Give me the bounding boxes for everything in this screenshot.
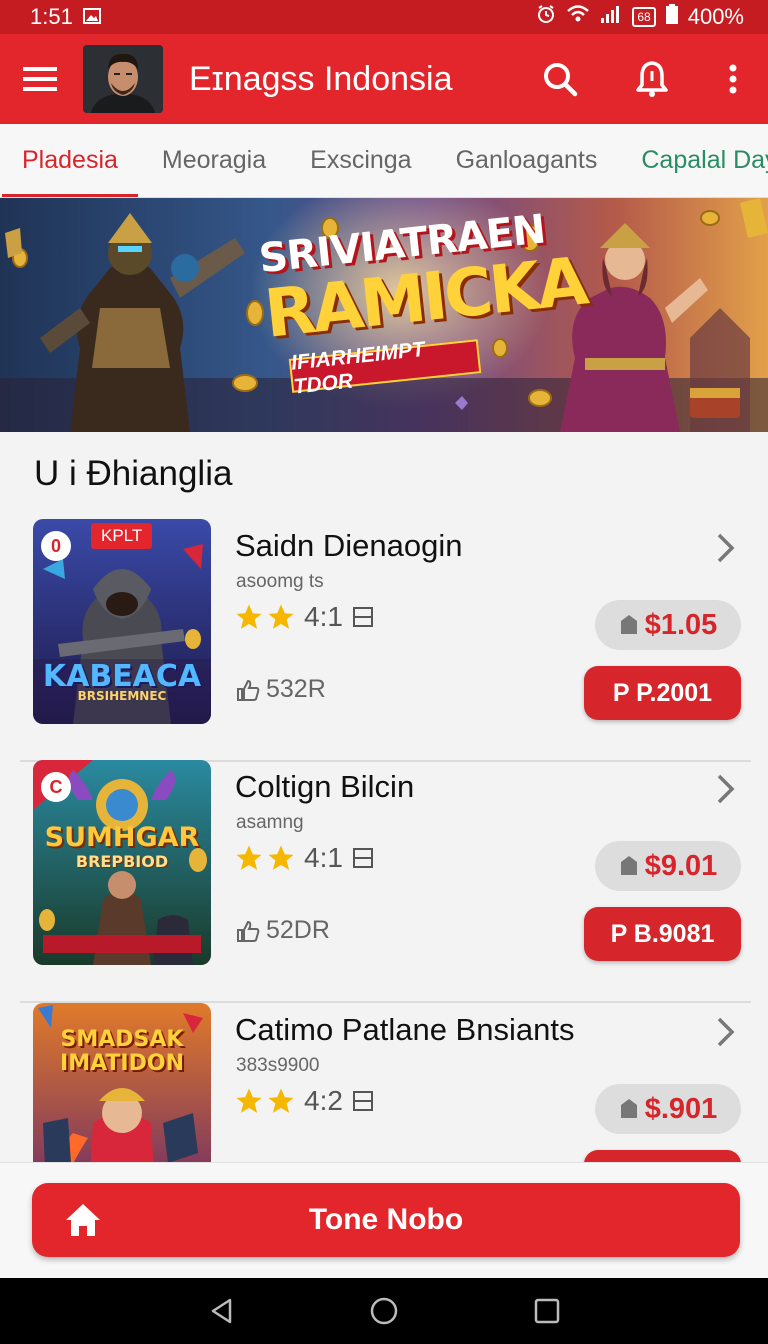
game-title[interactable]: Coltign Bilcin bbox=[235, 769, 414, 805]
star-icon bbox=[268, 845, 294, 870]
battery-percentage: 400% bbox=[687, 4, 744, 29]
thumb-tag: KPLT bbox=[91, 523, 153, 549]
cta-label: Tone Nobo bbox=[308, 1203, 464, 1236]
rating-box-icon bbox=[352, 1091, 373, 1111]
game-thumbnail[interactable]: SMADSAK IMATIDON bbox=[33, 1003, 211, 1162]
tab-exscinga[interactable]: Exscinga bbox=[288, 124, 433, 197]
rating: 4:2 bbox=[234, 1085, 373, 1117]
star-icon bbox=[236, 845, 262, 870]
back-button[interactable] bbox=[191, 1281, 251, 1341]
game-subtitle: asoomg ts bbox=[236, 571, 324, 592]
list-item[interactable]: SMADSAK IMATIDON Catimo Patlane Bnsiants… bbox=[20, 1003, 751, 1162]
thumbs-up-icon bbox=[237, 920, 260, 942]
menu-button[interactable] bbox=[0, 34, 80, 124]
more-vertical-icon bbox=[729, 64, 737, 94]
back-triangle-icon bbox=[212, 1298, 232, 1324]
price-tag[interactable]: $9.01 bbox=[595, 841, 741, 891]
tag-icon bbox=[620, 856, 637, 875]
alarm-icon bbox=[536, 4, 556, 30]
rating: 4:1 bbox=[234, 842, 373, 874]
chevron-right-icon[interactable] bbox=[715, 772, 737, 806]
price-value: $.901 bbox=[644, 1092, 718, 1125]
app-bar: Eɪnagss Indonsia bbox=[0, 34, 768, 124]
section-title: U i Đhianglia bbox=[34, 454, 233, 493]
meta-value: 52DR bbox=[266, 916, 330, 944]
home-cta-button[interactable]: Tone Nobo bbox=[32, 1183, 740, 1257]
battery-icon bbox=[665, 4, 678, 30]
chevron-right-icon[interactable] bbox=[715, 1015, 737, 1049]
tab-capalal-day[interactable]: Capalal Day bbox=[619, 124, 768, 197]
thumb-title: SMADSAK bbox=[60, 1027, 184, 1052]
thumb-title: SUMHGAR bbox=[44, 822, 200, 853]
game-subtitle: 383s9900 bbox=[236, 1055, 320, 1076]
thumb-subtitle: BRSIHEMNEC bbox=[77, 689, 167, 703]
price-tag[interactable]: $.901 bbox=[595, 1084, 741, 1134]
category-tabs: Pladesia Meoragia Exscinga Ganloagants C… bbox=[0, 124, 768, 198]
thumb-subtitle: IMATIDON bbox=[60, 1051, 184, 1076]
game-meta: 532R bbox=[236, 675, 326, 704]
bottom-action-area: Tone Nobo bbox=[0, 1162, 768, 1278]
signal-icon bbox=[600, 4, 622, 30]
home-nav-button[interactable] bbox=[354, 1281, 414, 1341]
rating-box-icon bbox=[352, 848, 373, 868]
tab-meoragia[interactable]: Meoragia bbox=[140, 124, 288, 197]
game-title[interactable]: Catimo Patlane Bnsiants bbox=[235, 1012, 574, 1048]
status-bar: 1:51 68 400% bbox=[0, 0, 768, 34]
game-thumbnail[interactable]: C SUMHGAR BREPBIOD bbox=[33, 760, 211, 965]
thumb-badge: 0 bbox=[41, 531, 71, 561]
rating-box-icon bbox=[352, 607, 373, 627]
star-icon bbox=[236, 1088, 262, 1113]
price-value: $1.05 bbox=[644, 608, 718, 641]
game-title[interactable]: Saidn Dienaogin bbox=[235, 528, 463, 564]
meta-value: 532R bbox=[266, 675, 326, 703]
tag-icon bbox=[620, 1099, 637, 1118]
rating: 4:1 bbox=[234, 601, 373, 633]
game-meta: 52DR bbox=[236, 916, 330, 945]
image-notification-icon bbox=[82, 4, 101, 30]
avatar[interactable] bbox=[83, 45, 163, 113]
home-circle-icon bbox=[370, 1297, 398, 1325]
notifications-button[interactable] bbox=[606, 34, 698, 124]
recents-button[interactable] bbox=[517, 1281, 577, 1341]
wifi-icon bbox=[566, 4, 590, 30]
tag-icon bbox=[620, 615, 637, 634]
buy-button[interactable]: P B.9081 bbox=[584, 907, 741, 961]
status-time: 1:51 bbox=[30, 4, 73, 29]
tab-ganloagants[interactable]: Ganloagants bbox=[434, 124, 620, 197]
bell-icon bbox=[636, 61, 668, 97]
star-icon bbox=[268, 604, 294, 629]
price-value: $9.01 bbox=[644, 849, 718, 882]
buy-button[interactable]: P P.2001 bbox=[584, 666, 741, 720]
more-options-button[interactable] bbox=[698, 34, 768, 124]
game-thumbnail[interactable]: 0 KPLT KABEACA BRSIHEMNEC bbox=[33, 519, 211, 724]
chevron-right-icon[interactable] bbox=[715, 531, 737, 565]
list-item[interactable]: 0 KPLT KABEACA BRSIHEMNEC Saidn Dienaogi… bbox=[20, 519, 751, 762]
star-icon bbox=[268, 1088, 294, 1113]
app-title: Eɪnagss Indonsia bbox=[189, 59, 453, 98]
tab-pladesia[interactable]: Pladesia bbox=[0, 124, 140, 197]
list-item[interactable]: C SUMHGAR BREPBIOD Coltign Bilcin asamng… bbox=[20, 760, 751, 1003]
buy-button[interactable] bbox=[584, 1150, 741, 1162]
search-button[interactable] bbox=[514, 34, 606, 124]
system-nav-bar bbox=[0, 1278, 768, 1344]
price-tag[interactable]: $1.05 bbox=[595, 600, 741, 650]
rating-value: 4:1 bbox=[304, 842, 343, 873]
thumb-badge: C bbox=[41, 772, 71, 802]
recents-square-icon bbox=[534, 1298, 559, 1324]
thumbs-up-icon bbox=[237, 679, 260, 701]
game-subtitle: asamng bbox=[236, 812, 304, 833]
rating-value: 4:1 bbox=[304, 601, 343, 632]
search-icon bbox=[544, 63, 578, 97]
thumb-subtitle: BREPBIOD bbox=[75, 852, 169, 871]
rating-value: 4:2 bbox=[304, 1085, 343, 1116]
star-icon bbox=[236, 604, 262, 629]
hamburger-menu-icon bbox=[23, 67, 57, 91]
battery-badge: 68 bbox=[632, 7, 656, 27]
